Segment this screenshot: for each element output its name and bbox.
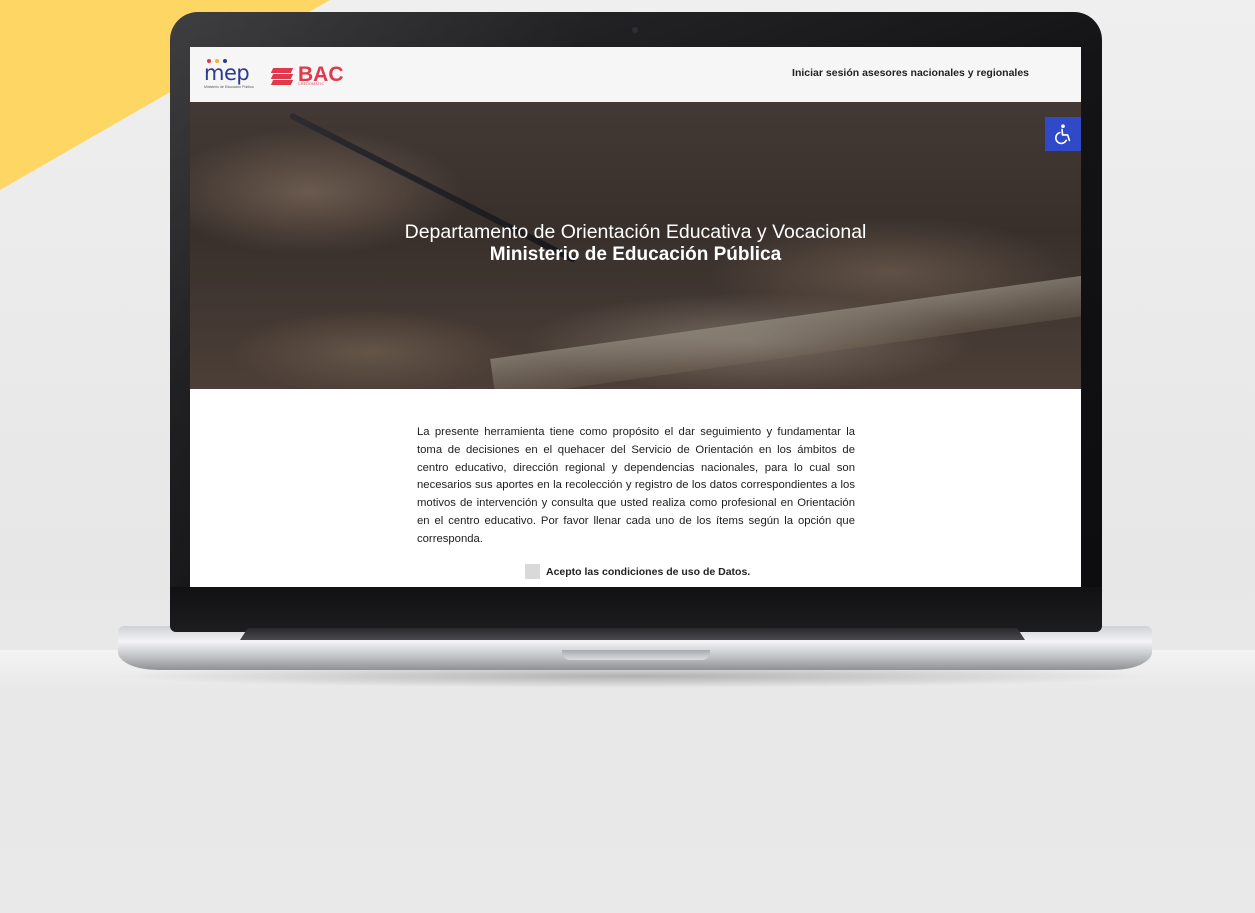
laptop-opening-notch	[562, 650, 710, 660]
webcam-icon	[632, 27, 638, 33]
wheelchair-icon	[1054, 124, 1071, 145]
laptop-bezel-bottom	[170, 587, 1102, 632]
intro-paragraph: La presente herramienta tiene como propó…	[417, 426, 855, 545]
mep-logo-dot-blue	[223, 59, 227, 63]
mep-logo-text: mep	[204, 61, 250, 85]
mep-logo[interactable]: mep Ministerio de Educación Pública	[204, 59, 256, 91]
mep-logo-dot-red	[207, 59, 211, 63]
laptop-screen: mep Ministerio de Educación Pública BAC …	[190, 47, 1081, 587]
terms-accept-label[interactable]: Acepto las condiciones de uso de Datos.	[546, 566, 750, 578]
hero-banner: Departamento de Orientación Educativa y …	[190, 102, 1081, 389]
accessibility-button[interactable]	[1045, 117, 1081, 151]
laptop-keyboard-edge	[240, 628, 1025, 640]
bac-logo[interactable]: BAC CREDOMATIC	[270, 62, 344, 88]
site-header: mep Ministerio de Educación Pública BAC …	[190, 47, 1081, 102]
hero-title: Departamento de Orientación Educativa y …	[404, 221, 867, 243]
mep-logo-subtitle: Ministerio de Educación Pública	[204, 85, 254, 89]
bac-logo-mark-icon	[270, 64, 294, 86]
hero-subtitle: Ministerio de Educación Pública	[489, 244, 782, 265]
terms-accept-row: Acepto las condiciones de uso de Datos.	[525, 564, 750, 579]
mep-logo-dot-yellow	[215, 59, 219, 63]
advisor-login-link[interactable]: Iniciar sesión asesores nacionales y reg…	[792, 67, 1029, 79]
terms-checkbox[interactable]	[525, 564, 540, 579]
bac-logo-subtitle: CREDOMATIC	[298, 82, 325, 86]
